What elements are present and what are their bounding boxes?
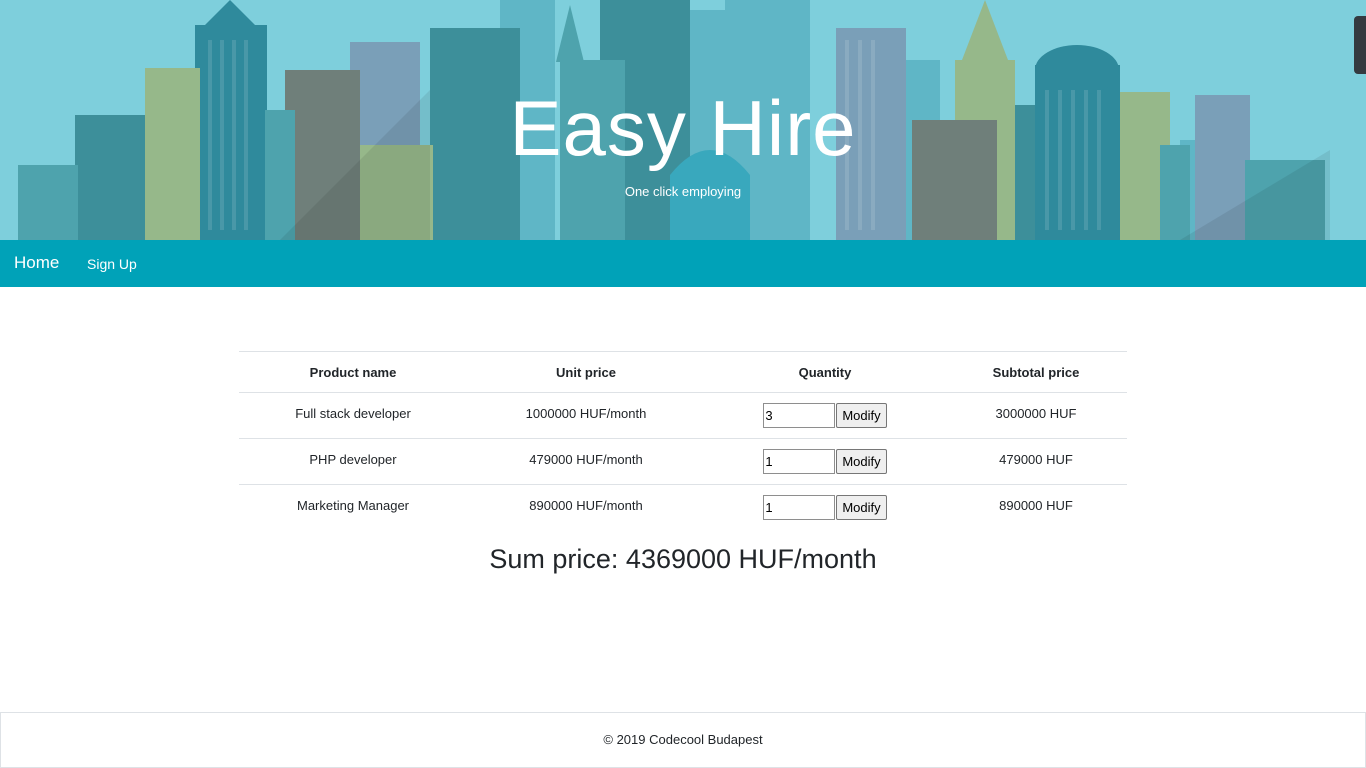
site-tagline: One click employing [624,184,742,199]
subtotal-price: 479000 HUF [945,438,1127,485]
quantity-cell: Modify [705,392,945,439]
unit-price: 1000000 HUF/month [467,392,705,439]
subtotal-price: 890000 HUF [999,498,1073,513]
nav-home-link[interactable]: Home [14,253,59,273]
table-row: Full stack developer 1000000 HUF/month M… [239,392,1127,439]
column-header-unit-price: Unit price [467,351,705,393]
table-row: PHP developer 479000 HUF/month Modify 47… [239,438,1127,485]
table-header-row: Product name Unit price Quantity Subtota… [239,351,1127,393]
product-name: Marketing Manager [297,498,409,513]
product-name: PHP developer [239,438,467,485]
sum-price: Sum price: 4369000 HUF/month [489,544,877,574]
side-tab-handle[interactable] [1354,16,1366,74]
modify-button[interactable]: Modify [836,449,887,474]
quantity-input[interactable] [763,495,836,520]
table-row: Marketing Manager 890000 HUF/month Modif… [239,485,1127,531]
quantity-cell: Modify [705,485,945,531]
quantity-input[interactable] [763,449,836,474]
main-navbar: Home Sign Up [0,240,1366,287]
page-footer: © 2019 Codecool Budapest [0,712,1366,768]
subtotal-price: 3000000 HUF [945,392,1127,439]
footer-copyright: © 2019 Codecool Budapest [603,732,763,747]
column-header-product: Product name [239,351,467,393]
nav-signup-link[interactable]: Sign Up [87,256,137,272]
hero-banner: Easy Hire One click employing [0,0,1366,240]
quantity-cell: Modify [705,438,945,485]
modify-button[interactable]: Modify [836,403,887,428]
cart-table: Product name Unit price Quantity Subtota… [239,351,1127,531]
unit-price: 890000 HUF/month [529,498,643,513]
site-title: Easy Hire [509,84,857,172]
product-name: Full stack developer [239,392,467,439]
column-header-quantity: Quantity [705,351,945,393]
unit-price: 479000 HUF/month [467,438,705,485]
modify-button[interactable]: Modify [836,495,887,520]
column-header-subtotal: Subtotal price [945,351,1127,393]
quantity-input[interactable] [763,403,836,428]
